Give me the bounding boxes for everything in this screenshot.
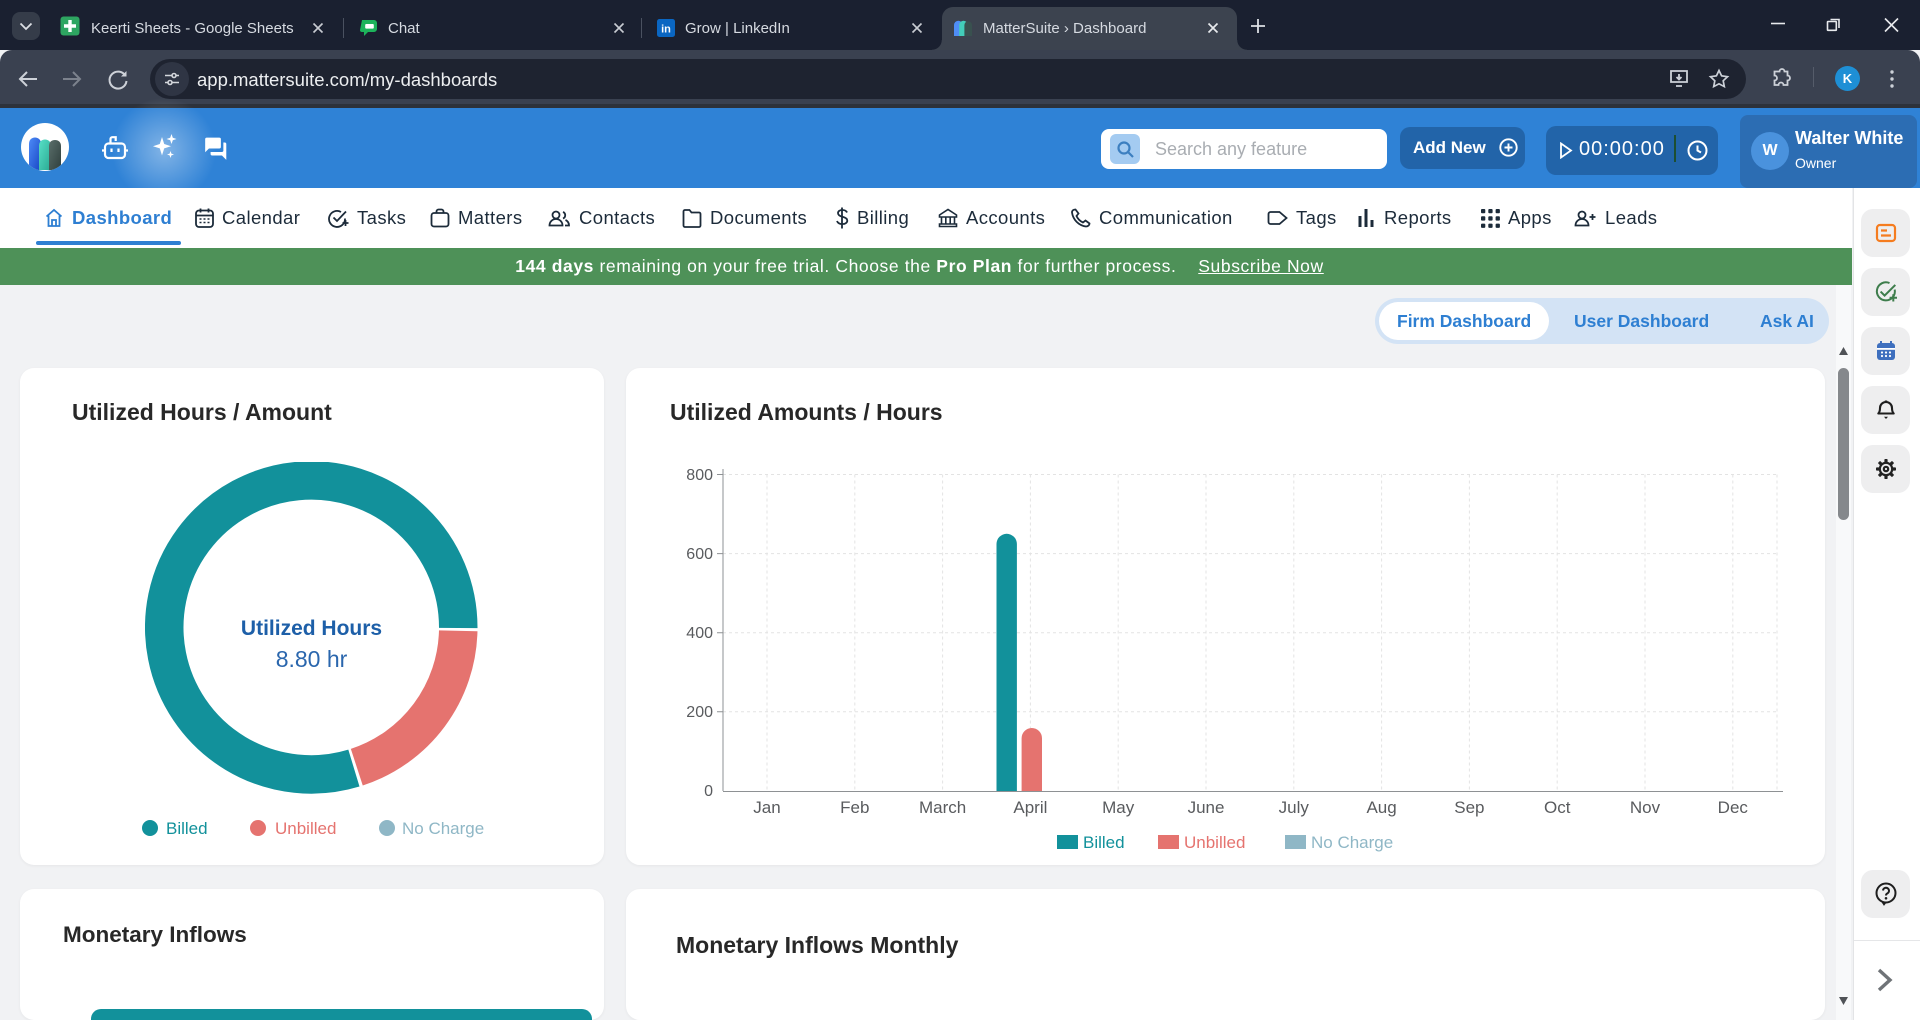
svg-text:Unbilled: Unbilled (1184, 833, 1245, 852)
svg-text:Nov: Nov (1630, 798, 1661, 817)
svg-text:No Charge: No Charge (1311, 833, 1393, 852)
svg-text:Feb: Feb (840, 798, 869, 817)
svg-text:July: July (1279, 798, 1310, 817)
svg-text:0: 0 (704, 783, 713, 800)
svg-text:Aug: Aug (1366, 798, 1396, 817)
svg-text:June: June (1188, 798, 1225, 817)
svg-text:400: 400 (686, 625, 713, 642)
svg-text:Oct: Oct (1544, 798, 1571, 817)
svg-text:Billed: Billed (1083, 833, 1125, 852)
svg-text:March: March (919, 798, 966, 817)
svg-text:200: 200 (686, 704, 713, 721)
svg-text:May: May (1102, 798, 1135, 817)
svg-text:800: 800 (686, 467, 713, 484)
svg-text:Sep: Sep (1454, 798, 1484, 817)
svg-text:April: April (1013, 798, 1047, 817)
svg-text:Jan: Jan (753, 798, 780, 817)
svg-text:in: in (661, 24, 671, 36)
svg-text:Dec: Dec (1718, 798, 1749, 817)
svg-text:600: 600 (686, 546, 713, 563)
